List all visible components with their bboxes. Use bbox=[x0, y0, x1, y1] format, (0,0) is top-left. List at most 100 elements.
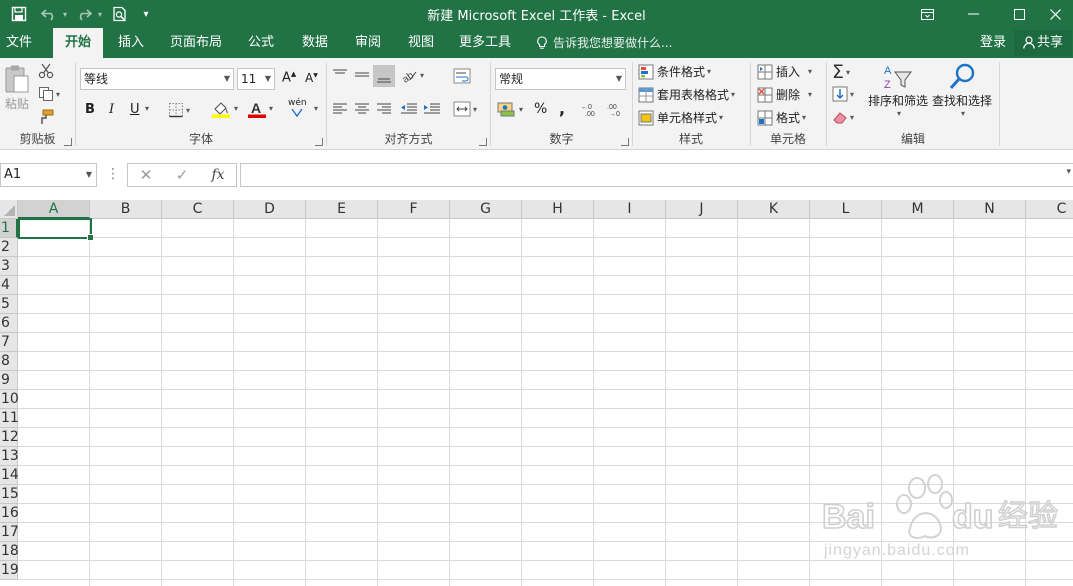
number-format-select[interactable]: 常规 ▼ bbox=[495, 68, 626, 90]
bottom-align-button[interactable] bbox=[373, 65, 395, 87]
redo-dropdown-icon[interactable]: ▾ bbox=[95, 0, 105, 28]
format-painter-button[interactable] bbox=[38, 109, 54, 125]
save-icon[interactable] bbox=[6, 0, 32, 28]
row-header[interactable]: 10 bbox=[0, 390, 19, 409]
underline-dropdown-icon[interactable]: ▾ bbox=[143, 104, 149, 113]
underline-button[interactable]: U bbox=[130, 102, 140, 117]
login-link[interactable]: 登录 bbox=[980, 28, 1006, 58]
ribbon-display-options-icon[interactable] bbox=[904, 0, 950, 28]
delete-cells-button[interactable]: 删除 ▾ bbox=[757, 86, 812, 103]
print-preview-icon[interactable] bbox=[108, 0, 132, 28]
redo-icon[interactable] bbox=[73, 0, 95, 28]
column-header[interactable]: H bbox=[522, 200, 594, 219]
tab-page-layout[interactable]: 页面布局 bbox=[166, 28, 226, 58]
orientation-button[interactable]: ab ▾ bbox=[400, 67, 424, 83]
tab-home[interactable]: 开始 bbox=[53, 28, 103, 58]
row-header[interactable]: 19 bbox=[0, 561, 19, 580]
italic-button[interactable]: I bbox=[109, 102, 114, 117]
cut-button[interactable] bbox=[38, 63, 54, 79]
row-header[interactable]: 3 bbox=[0, 257, 18, 276]
sort-filter-button[interactable]: AZ 排序和筛选 ▾ bbox=[867, 62, 929, 118]
font-color-button[interactable]: A bbox=[248, 100, 266, 118]
find-select-button[interactable]: 查找和选择 ▾ bbox=[931, 62, 993, 118]
row-header[interactable]: 14 bbox=[0, 466, 19, 485]
row-header[interactable]: 4 bbox=[0, 276, 18, 295]
undo-dropdown-icon[interactable]: ▾ bbox=[60, 0, 70, 28]
phonetic-dropdown-icon[interactable]: ▾ bbox=[312, 104, 318, 113]
middle-align-button[interactable] bbox=[354, 67, 370, 83]
column-header[interactable]: C bbox=[162, 200, 234, 219]
accounting-format-button[interactable]: ▾ bbox=[497, 101, 523, 117]
font-name-select[interactable]: 等线 ▼ bbox=[80, 68, 234, 90]
column-header[interactable]: N bbox=[954, 200, 1026, 219]
clear-button[interactable]: ▾ bbox=[832, 109, 854, 125]
font-size-select[interactable]: 11 ▼ bbox=[237, 68, 275, 90]
row-header[interactable]: 15 bbox=[0, 485, 19, 504]
tab-data[interactable]: 数据 bbox=[296, 28, 334, 58]
increase-indent-button[interactable] bbox=[423, 101, 441, 117]
expand-formula-icon[interactable]: ▾ bbox=[1066, 167, 1071, 177]
insert-cells-button[interactable]: 插入 ▾ bbox=[757, 63, 812, 80]
column-header[interactable]: J bbox=[666, 200, 738, 219]
row-header[interactable]: 8 bbox=[0, 352, 18, 371]
tab-review[interactable]: 审阅 bbox=[349, 28, 387, 58]
tab-more-tools[interactable]: 更多工具 bbox=[455, 28, 515, 58]
formula-bar-grip-icon[interactable]: ⋮ bbox=[106, 166, 120, 182]
maximize-icon[interactable] bbox=[996, 0, 1042, 28]
align-center-button[interactable] bbox=[354, 101, 370, 117]
number-launcher-icon[interactable] bbox=[621, 138, 629, 146]
tab-formulas[interactable]: 公式 bbox=[242, 28, 280, 58]
tab-insert[interactable]: 插入 bbox=[112, 28, 150, 58]
borders-button[interactable]: ▾ bbox=[168, 102, 190, 118]
conditional-formatting-button[interactable]: 条件格式 ▾ bbox=[638, 63, 711, 80]
tell-me-box[interactable]: 告诉我您想要做什么... bbox=[536, 28, 672, 58]
font-launcher-icon[interactable] bbox=[315, 138, 323, 146]
row-header[interactable]: 13 bbox=[0, 447, 19, 466]
column-header[interactable]: D bbox=[234, 200, 306, 219]
clipboard-launcher-icon[interactable] bbox=[64, 138, 72, 146]
row-header[interactable]: 1 bbox=[0, 219, 18, 238]
row-header[interactable]: 16 bbox=[0, 504, 19, 523]
align-right-button[interactable] bbox=[376, 101, 392, 117]
fill-color-button[interactable] bbox=[212, 100, 230, 118]
align-left-button[interactable] bbox=[332, 101, 348, 117]
worksheet-grid[interactable]: A B C D E F G H I J K L M N C 1 2 3 4 5 6 7 8 9 10 11 12 13 14 15 16 17… bbox=[0, 200, 1073, 586]
decrease-decimal-button[interactable]: .00 →0 bbox=[605, 101, 625, 117]
alignment-launcher-icon[interactable] bbox=[479, 138, 487, 146]
comma-style-button[interactable]: , bbox=[559, 99, 565, 118]
row-header[interactable]: 12 bbox=[0, 428, 19, 447]
customize-quick-access-icon[interactable]: ▾ bbox=[138, 0, 154, 28]
formula-input[interactable]: ▾ bbox=[240, 163, 1073, 187]
decrease-indent-button[interactable] bbox=[400, 101, 418, 117]
select-all-button[interactable] bbox=[0, 200, 18, 219]
row-header[interactable]: 17 bbox=[0, 523, 19, 542]
font-color-dropdown-icon[interactable]: ▾ bbox=[267, 104, 273, 113]
confirm-entry-icon[interactable]: ✓ bbox=[164, 164, 200, 186]
format-cells-button[interactable]: 格式 ▾ bbox=[757, 109, 806, 126]
bold-button[interactable]: B bbox=[85, 102, 95, 117]
autosum-button[interactable]: Σ ▾ bbox=[832, 61, 850, 83]
increase-font-size-button[interactable]: A▲ bbox=[282, 70, 296, 85]
tab-view[interactable]: 视图 bbox=[402, 28, 440, 58]
column-header[interactable]: E bbox=[306, 200, 378, 219]
insert-function-button[interactable]: fx bbox=[200, 164, 236, 186]
close-icon[interactable] bbox=[1038, 0, 1073, 28]
column-header[interactable]: A bbox=[18, 200, 90, 219]
column-header[interactable]: F bbox=[378, 200, 450, 219]
share-button[interactable]: 共享 bbox=[1014, 30, 1072, 56]
copy-dropdown-icon[interactable]: ▾ bbox=[56, 90, 60, 99]
row-header[interactable]: 11 bbox=[0, 409, 19, 428]
column-header[interactable]: C bbox=[1026, 200, 1073, 219]
undo-icon[interactable] bbox=[38, 0, 60, 28]
format-as-table-button[interactable]: 套用表格格式 ▾ bbox=[638, 86, 735, 103]
column-header[interactable]: B bbox=[90, 200, 162, 219]
fill-color-dropdown-icon[interactable]: ▾ bbox=[232, 104, 238, 113]
top-align-button[interactable] bbox=[332, 67, 348, 83]
name-box[interactable]: A1 ▼ bbox=[0, 163, 97, 187]
column-header[interactable]: G bbox=[450, 200, 522, 219]
phonetic-button[interactable]: wén bbox=[288, 98, 307, 118]
cancel-entry-icon[interactable]: ✕ bbox=[128, 164, 164, 186]
fill-button[interactable]: ▾ bbox=[832, 86, 854, 102]
row-header[interactable]: 9 bbox=[0, 371, 18, 390]
column-header[interactable]: L bbox=[810, 200, 882, 219]
